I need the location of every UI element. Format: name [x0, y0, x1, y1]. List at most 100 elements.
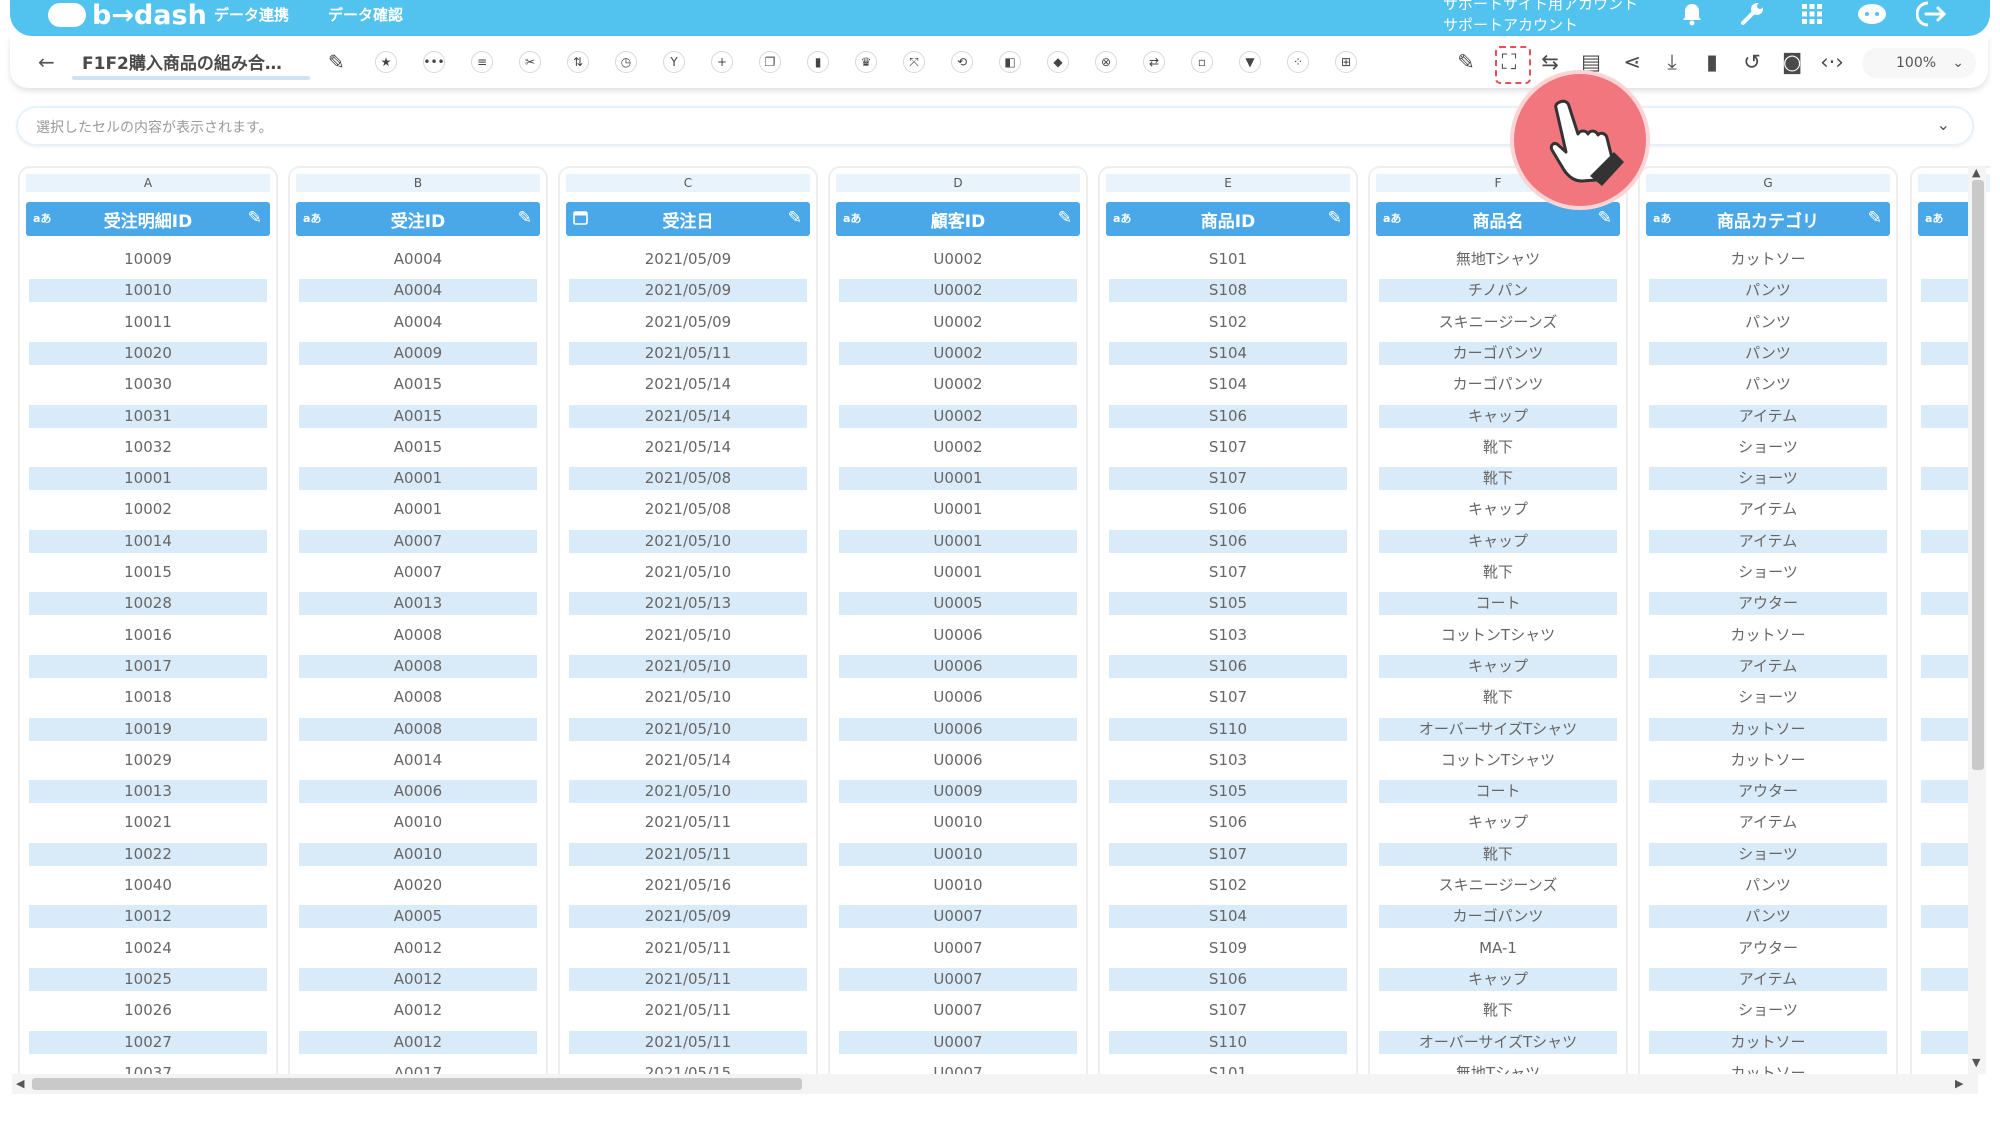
table-cell[interactable]: カーゴパンツ: [1379, 905, 1617, 929]
column-header[interactable]: aあ 顧客ID ✎: [836, 202, 1080, 236]
table-cell[interactable]: A0006: [299, 780, 537, 804]
column-letter[interactable]: A: [26, 174, 270, 192]
logout-icon[interactable]: [1914, 0, 1950, 28]
table-cell[interactable]: A0010: [299, 842, 537, 866]
table-cell[interactable]: 2021/05/10: [569, 561, 807, 584]
table-cell[interactable]: 靴下: [1379, 561, 1617, 584]
scroll-left-icon[interactable]: ◀: [16, 1077, 24, 1090]
scroll-right-icon[interactable]: ▶: [1955, 1077, 1963, 1090]
table-cell[interactable]: 2021/05/14: [569, 749, 807, 772]
table-cell[interactable]: A0012: [299, 999, 537, 1022]
table-cell[interactable]: A0007: [299, 561, 537, 584]
table-cell[interactable]: 10013: [29, 780, 267, 804]
table-cell[interactable]: 靴下: [1379, 842, 1617, 866]
table-cell[interactable]: S102: [1109, 311, 1347, 334]
table-cell[interactable]: U0010: [839, 842, 1077, 866]
table-cell[interactable]: 2021/05/11: [569, 1030, 807, 1054]
close-circle-icon[interactable]: ⊗: [1095, 51, 1117, 73]
support-cloud-icon[interactable]: [1854, 0, 1890, 28]
table-cell[interactable]: U0005: [839, 592, 1077, 616]
table-cell[interactable]: コート: [1379, 780, 1617, 804]
table-cell[interactable]: 10022: [29, 842, 267, 866]
table-cell[interactable]: U0001: [839, 561, 1077, 584]
sort-icon[interactable]: ⇅: [567, 51, 589, 73]
table-cell[interactable]: 2021/05/10: [569, 529, 807, 553]
table-cell[interactable]: 10016: [29, 624, 267, 647]
back-arrow-icon[interactable]: ←: [38, 50, 55, 74]
table-cell[interactable]: 10019: [29, 717, 267, 741]
table-cell[interactable]: U0001: [839, 529, 1077, 553]
table-cell[interactable]: 10017: [29, 654, 267, 678]
table-cell[interactable]: キャップ: [1379, 529, 1617, 553]
edit-pencil-icon[interactable]: ✎: [1058, 208, 1072, 228]
tools-icon[interactable]: ✂: [519, 51, 541, 73]
apps-grid-icon[interactable]: [1794, 0, 1830, 28]
table-cell[interactable]: カーゴパンツ: [1379, 341, 1617, 365]
table-cell[interactable]: 10028: [29, 592, 267, 616]
table-cell[interactable]: 2021/05/14: [569, 436, 807, 459]
table-cell[interactable]: 10009: [29, 248, 267, 271]
table-cell[interactable]: 10015: [29, 561, 267, 584]
table-cell[interactable]: 10029: [29, 749, 267, 772]
table-cell[interactable]: U0002: [839, 341, 1077, 365]
edit-icon[interactable]: ✎: [1452, 48, 1480, 76]
nav-data-check[interactable]: データ確認: [328, 0, 403, 28]
table-cell[interactable]: 10024: [29, 937, 267, 960]
table-cell[interactable]: U0007: [839, 1030, 1077, 1054]
edit-pencil-icon[interactable]: ✎: [1868, 208, 1882, 228]
column-header[interactable]: aあ 商品カテゴリ ✎: [1646, 202, 1890, 236]
table-cell[interactable]: 10027: [29, 1030, 267, 1054]
edit-pencil-icon[interactable]: ✎: [788, 208, 802, 228]
table-cell[interactable]: キャップ: [1379, 404, 1617, 428]
table-cell[interactable]: S104: [1109, 905, 1347, 929]
table-cell[interactable]: アウター: [1649, 592, 1887, 616]
table-cell[interactable]: 2021/05/10: [569, 717, 807, 741]
wrench-icon[interactable]: [1734, 0, 1770, 28]
copy-icon[interactable]: ❐: [759, 51, 781, 73]
column-header[interactable]: aあ 商品ID ✎: [1106, 202, 1350, 236]
table-cell[interactable]: A0012: [299, 967, 537, 991]
table-cell[interactable]: S107: [1109, 467, 1347, 491]
table-cell[interactable]: ショーツ: [1649, 999, 1887, 1022]
table-cell[interactable]: A0020: [299, 874, 537, 897]
table-cell[interactable]: A0001: [299, 467, 537, 491]
table-cell[interactable]: 2021/05/11: [569, 811, 807, 834]
table-cell[interactable]: 2021/05/09: [569, 279, 807, 303]
table-cell[interactable]: オーバーサイズTシャツ: [1379, 1030, 1617, 1054]
table-cell[interactable]: 2021/05/09: [569, 311, 807, 334]
table-cell[interactable]: 靴下: [1379, 467, 1617, 491]
table-cell[interactable]: A0008: [299, 624, 537, 647]
table-cell[interactable]: A0007: [299, 529, 537, 553]
table-cell[interactable]: 10018: [29, 686, 267, 709]
table-cell[interactable]: U0002: [839, 248, 1077, 271]
table-cell[interactable]: U0001: [839, 498, 1077, 521]
scroll-up-icon[interactable]: ▲: [1972, 166, 1980, 179]
crown-icon[interactable]: ♛: [855, 51, 877, 73]
table-cell[interactable]: 10002: [29, 498, 267, 521]
box-icon[interactable]: ◆: [1047, 51, 1069, 73]
table-cell[interactable]: A0015: [299, 373, 537, 396]
table-cell[interactable]: A0004: [299, 311, 537, 334]
table-cell[interactable]: S109: [1109, 937, 1347, 960]
table-cell[interactable]: カットソー: [1649, 624, 1887, 647]
table-cell[interactable]: カットソー: [1649, 717, 1887, 741]
table-cell[interactable]: 2021/05/10: [569, 686, 807, 709]
dots-icon[interactable]: •••: [423, 51, 445, 73]
table-cell[interactable]: U0010: [839, 811, 1077, 834]
table-cell[interactable]: S110: [1109, 1030, 1347, 1054]
table-cell[interactable]: U0002: [839, 373, 1077, 396]
table-cell[interactable]: A0012: [299, 1030, 537, 1054]
table-cell[interactable]: キャップ: [1379, 654, 1617, 678]
table-cell[interactable]: S101: [1109, 248, 1347, 271]
table-cell[interactable]: チノパン: [1379, 279, 1617, 303]
account-info[interactable]: サポートサイト用アカウント サポートアカウント: [1443, 0, 1638, 36]
horizontal-scroll-thumb[interactable]: [32, 1078, 802, 1090]
scroll-down-icon[interactable]: ▼: [1972, 1056, 1980, 1069]
column-letter[interactable]: C: [566, 174, 810, 192]
table-cell[interactable]: 10001: [29, 467, 267, 491]
table-cell[interactable]: S102: [1109, 874, 1347, 897]
table-cell[interactable]: 2021/05/11: [569, 341, 807, 365]
table-cell[interactable]: ショーツ: [1649, 842, 1887, 866]
table-cell[interactable]: S104: [1109, 373, 1347, 396]
table-cell[interactable]: カーゴパンツ: [1379, 373, 1617, 396]
